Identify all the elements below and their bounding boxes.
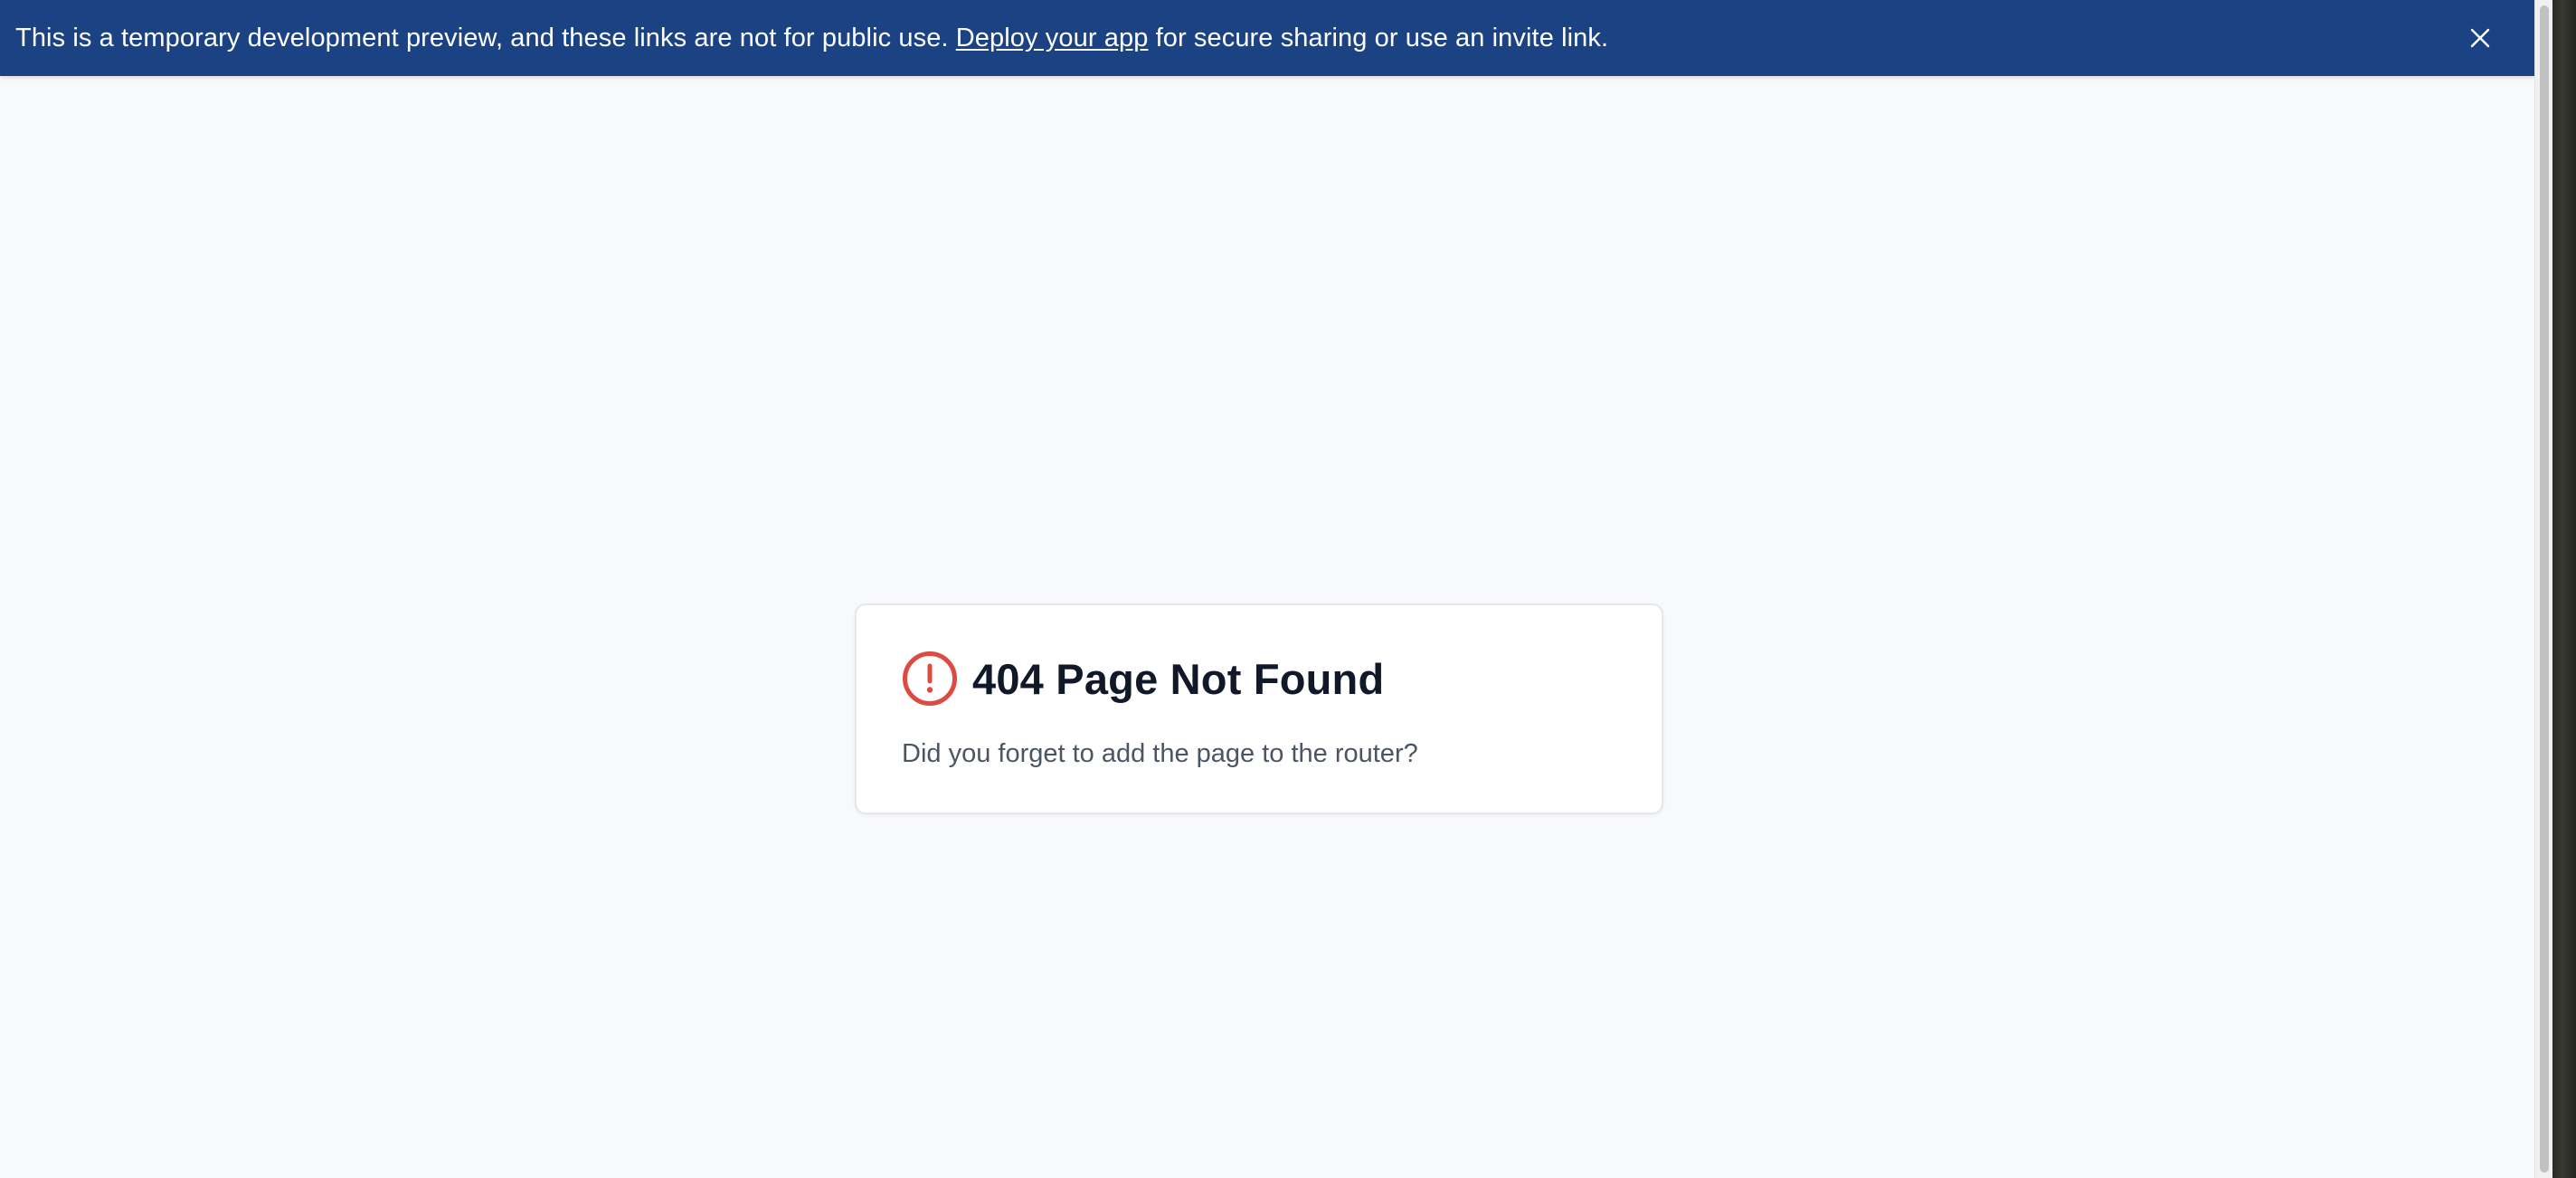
not-found-card: 404 Page Not Found Did you forget to add… bbox=[855, 603, 1663, 814]
alert-circle-icon bbox=[902, 651, 958, 707]
banner-text-before: This is a temporary development preview,… bbox=[15, 23, 956, 52]
banner-text-after: for secure sharing or use an invite link… bbox=[1148, 23, 1609, 52]
close-icon bbox=[2470, 28, 2490, 48]
scrollbar-thumb[interactable] bbox=[2540, 5, 2549, 1173]
deploy-app-link[interactable]: Deploy your app bbox=[956, 24, 1149, 52]
card-header: 404 Page Not Found bbox=[902, 651, 1384, 707]
error-message: Did you forget to add the page to the ro… bbox=[902, 739, 1418, 768]
page-viewport: This is a temporary development preview,… bbox=[0, 0, 2534, 1178]
preview-banner: This is a temporary development preview,… bbox=[0, 0, 2534, 76]
window-edge bbox=[2552, 0, 2576, 1178]
banner-message: This is a temporary development preview,… bbox=[15, 24, 1608, 53]
vertical-scrollbar[interactable] bbox=[2534, 0, 2552, 1178]
close-banner-button[interactable] bbox=[2466, 24, 2495, 52]
page-title: 404 Page Not Found bbox=[972, 654, 1385, 703]
